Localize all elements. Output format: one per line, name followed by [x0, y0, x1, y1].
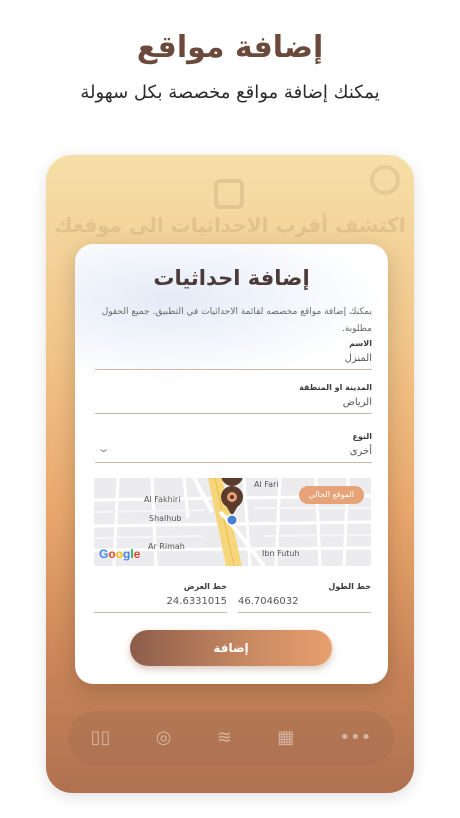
compass-icon: [370, 165, 400, 195]
current-location-button[interactable]: الموقع الحالي: [298, 486, 364, 504]
binoculars-icon: [214, 179, 244, 209]
type-label: النوع: [352, 432, 373, 441]
nav-item-compass[interactable]: ◎: [156, 728, 172, 748]
nav-item-more[interactable]: •••: [340, 728, 372, 748]
name-field[interactable]: الاسم المنزل: [95, 339, 372, 370]
name-value[interactable]: المنزل: [95, 353, 372, 364]
latitude-underline: [94, 612, 227, 613]
dialog-title: إضافة احداثيات: [153, 266, 310, 290]
longitude-field[interactable]: خط الطول 46.7046032: [238, 582, 371, 613]
street-label: Ibn Futuh: [262, 549, 300, 558]
city-underline: [95, 413, 372, 414]
google-logo: Google: [99, 547, 141, 561]
bottom-navigation: ••• ▦ ≋ ◎ ▯▯: [68, 711, 394, 765]
binoculars-icon: ▯▯: [90, 727, 111, 748]
nav-item-center[interactable]: ≋: [217, 728, 232, 748]
logo-icon: ≋: [216, 727, 232, 748]
type-underline: [95, 462, 372, 463]
longitude-underline: [238, 612, 371, 613]
street-label: Al Fakhiri: [144, 495, 181, 504]
background-app-title: اكتشف أقرب الاحداثيات الى موقعك: [54, 213, 406, 237]
chevron-down-icon[interactable]: ⌄: [97, 442, 111, 455]
city-value[interactable]: الرياض: [95, 397, 372, 408]
current-location-dot: [227, 515, 237, 525]
street-label: Shalhub: [149, 514, 182, 523]
latitude-field[interactable]: خط العرض 24.6331015: [94, 582, 227, 613]
map-icon: ▦: [277, 727, 295, 748]
nav-item-map[interactable]: ▦: [277, 728, 294, 748]
nav-item-explore[interactable]: ▯▯: [91, 728, 111, 748]
dialog-description: يمكنك إضافة مواقع مخصصه لقائمة الاحداثيا…: [101, 307, 372, 334]
street-label: Ar Rimah: [148, 542, 185, 551]
location-map[interactable]: Al Fakhiri Shalhub Ar Rimah Ibn Futuh Al…: [94, 478, 371, 566]
hero-subtitle: يمكنك إضافة مواقع مخصصة بكل سهولة: [80, 82, 380, 103]
longitude-value[interactable]: 46.7046032: [238, 596, 371, 607]
name-label: الاسم: [349, 339, 372, 348]
name-underline: [95, 369, 372, 370]
add-coordinates-dialog: إضافة احداثيات يمكنك إضافة مواقع مخصصه ل…: [75, 244, 388, 684]
city-field[interactable]: المدينة او المنطقة الرياض: [95, 383, 372, 414]
add-button[interactable]: إضافة: [130, 630, 332, 666]
latitude-label: خط العرض: [183, 582, 227, 591]
hero-title: إضافة مواقع: [136, 30, 324, 65]
dots-icon: •••: [339, 727, 372, 748]
compass-icon: ◎: [155, 727, 172, 748]
city-label: المدينة او المنطقة: [299, 383, 372, 392]
type-select[interactable]: النوع أخرى ⌄: [95, 432, 372, 463]
longitude-label: خط الطول: [328, 582, 371, 591]
street-label: Al Fari: [254, 480, 279, 489]
latitude-value[interactable]: 24.6331015: [94, 596, 227, 607]
type-value[interactable]: أخرى: [95, 446, 372, 457]
